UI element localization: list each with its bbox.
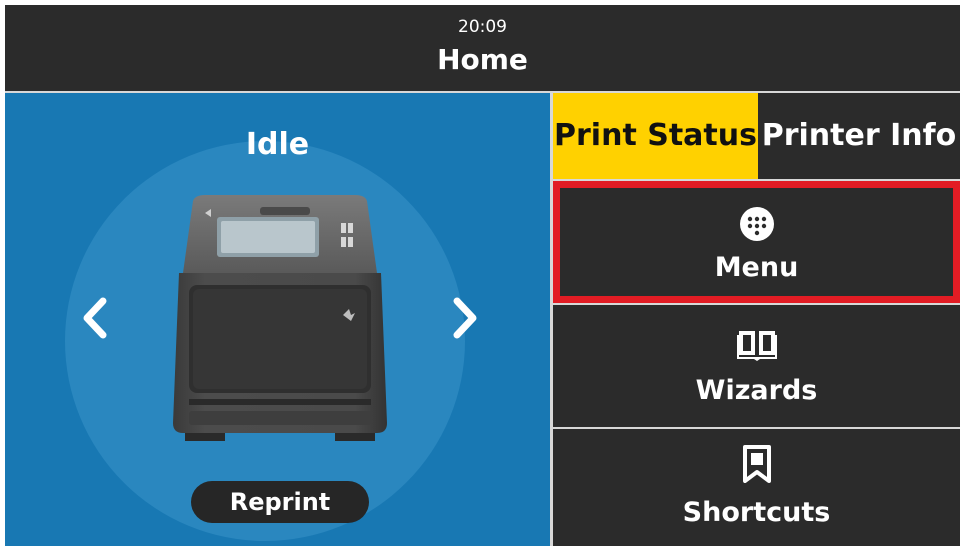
printer-image <box>165 193 395 448</box>
bookmark-icon <box>553 445 960 483</box>
grid-dots-icon <box>560 206 953 242</box>
tab-printer-info[interactable]: Printer Info <box>758 93 960 179</box>
printer-status-text: Idle <box>245 127 310 162</box>
wizards-button[interactable]: Wizards <box>553 305 960 427</box>
wizards-button-label: Wizards <box>695 375 818 406</box>
header-bar: 20:09 Home <box>5 5 960 91</box>
chevron-right-icon[interactable] <box>445 293 485 343</box>
page-title: Home <box>437 43 528 76</box>
printer-status-panel: Idle Reprint <box>5 93 550 546</box>
menu-button[interactable]: Menu <box>553 181 960 303</box>
printer-screen: 20:09 Home Idle Reprint Print Status Pri… <box>5 5 960 546</box>
shortcuts-button-label: Shortcuts <box>682 497 831 528</box>
shortcuts-button[interactable]: Shortcuts <box>553 429 960 546</box>
action-panel: Print Status Printer Info Menu Wizards S… <box>553 93 960 546</box>
chevron-left-icon[interactable] <box>75 293 115 343</box>
tab-print-status[interactable]: Print Status <box>553 93 758 179</box>
reprint-button[interactable]: Reprint <box>191 481 369 523</box>
book-icon <box>553 327 960 361</box>
clock: 20:09 <box>458 17 507 37</box>
menu-button-label: Menu <box>714 252 799 283</box>
